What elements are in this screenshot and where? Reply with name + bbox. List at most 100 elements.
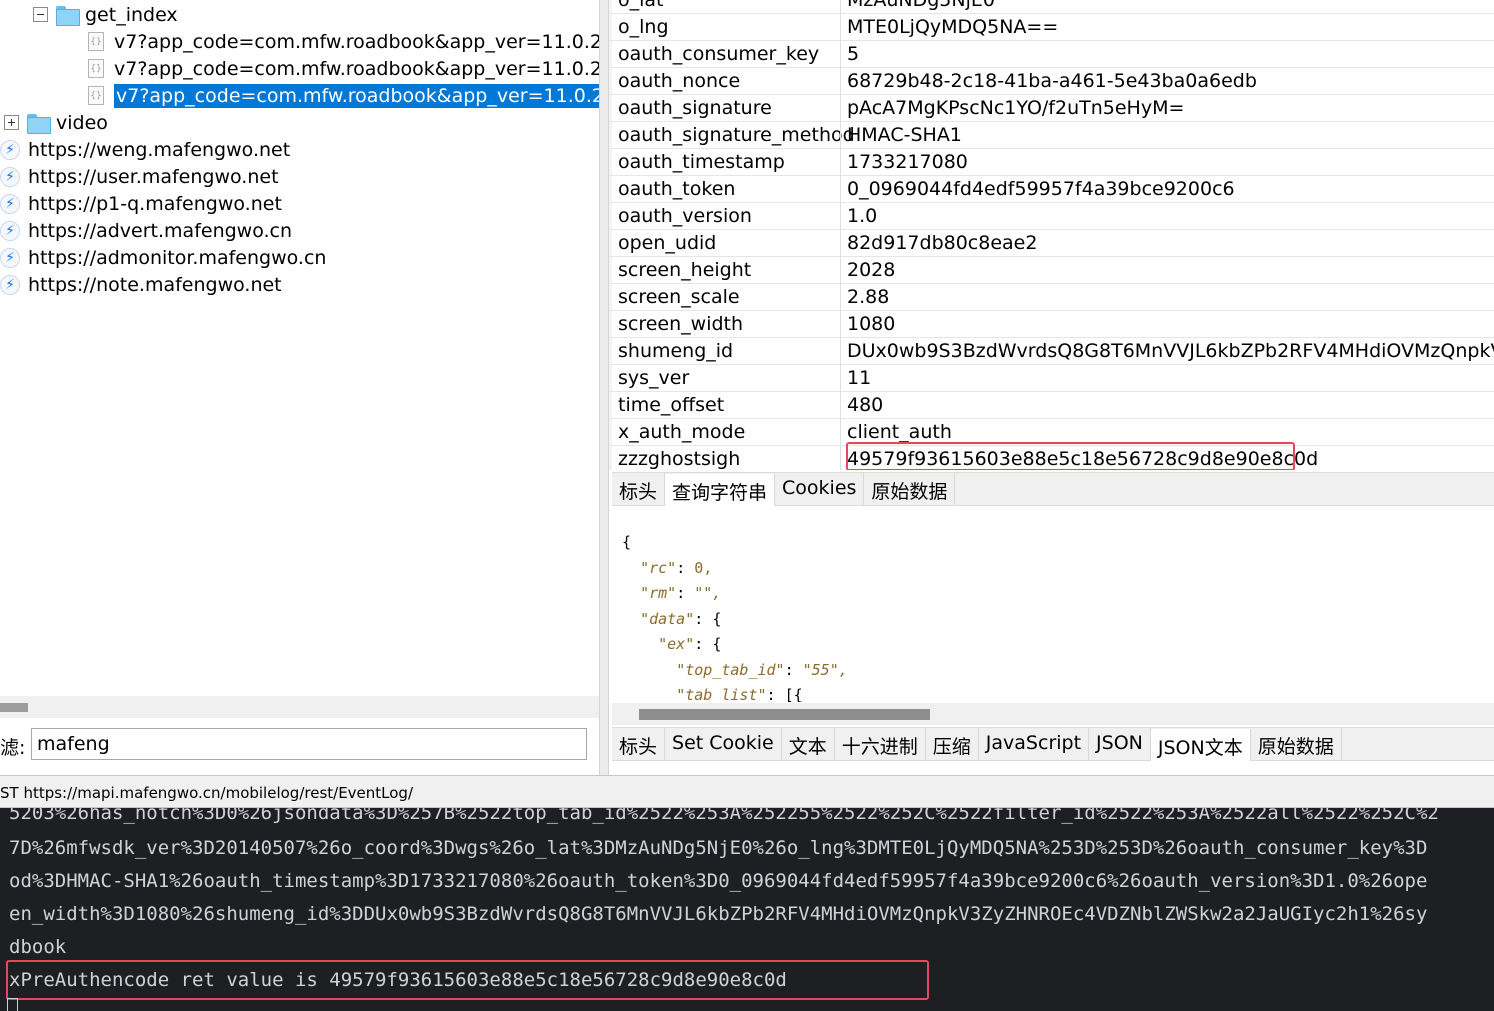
param-row[interactable]: screen_scale 2.88 <box>609 284 1494 311</box>
param-value: MzAuNDg5NjE0 <box>847 0 995 11</box>
param-value: DUx0wb9S3BzdWvrdsQ8G8T6MnVVJL6kbZPb2RFV4… <box>847 340 1494 362</box>
response-tab[interactable]: 压缩 <box>926 728 979 760</box>
request-tab[interactable]: 标头 <box>612 473 666 505</box>
json-text-view[interactable]: { "rc": 0, "rm": "", "data": { "ex": { "… <box>612 522 1494 702</box>
param-key: oauth_token <box>618 178 736 200</box>
param-row[interactable]: time_offset 480 <box>609 392 1494 419</box>
folder-icon <box>27 113 51 134</box>
request-file-icon: {} <box>88 32 104 51</box>
param-row[interactable]: oauth_signature_method HMAC-SHA1 <box>609 122 1494 149</box>
response-tab[interactable]: 十六进制 <box>835 728 926 760</box>
request-label: v7?app_code=com.mfw.roadbook&app_ver=11.… <box>114 57 641 80</box>
json-key: "rc" <box>640 558 677 577</box>
json-key: "data" <box>640 609 695 628</box>
param-row[interactable]: oauth_timestamp 1733217080 <box>609 149 1494 176</box>
lightning-icon: ⚡ <box>0 247 20 268</box>
param-key: oauth_consumer_key <box>618 43 820 65</box>
param-value: 0_0969044fd4edf59957f4a39bce9200c6 <box>847 178 1235 200</box>
console-line: dbook <box>9 936 67 958</box>
response-tab[interactable]: Set Cookie <box>665 728 782 760</box>
param-row[interactable]: oauth_consumer_key 5 <box>609 41 1494 68</box>
response-tab[interactable]: JSON文本 <box>1150 729 1251 761</box>
response-tab[interactable]: 原始数据 <box>1251 728 1342 760</box>
param-key: screen_height <box>618 259 752 281</box>
session-tree-pane: get_index {} v7?app_code=com.mfw.roadboo… <box>0 0 645 775</box>
filter-input[interactable] <box>31 728 587 760</box>
host-label: https://advert.mafengwo.cn <box>28 219 293 242</box>
param-row[interactable]: sys_ver 11 <box>609 365 1494 392</box>
host-label: https://admonitor.mafengwo.cn <box>28 246 327 269</box>
param-key: sys_ver <box>618 367 690 389</box>
scrollbar-thumb[interactable] <box>639 709 930 720</box>
param-row[interactable]: shumeng_id DUx0wb9S3BzdWvrdsQ8G8T6MnVVJL6… <box>609 338 1494 365</box>
tree-folder-get-index[interactable]: get_index <box>33 1 178 28</box>
param-key: oauth_signature_method <box>618 124 855 146</box>
response-tab[interactable]: 文本 <box>782 728 835 760</box>
param-key: x_auth_mode <box>618 421 746 443</box>
param-value: MTE0LjQyMDQ5NA== <box>847 16 1059 38</box>
request-tab[interactable]: 查询字符串 <box>665 474 776 506</box>
tree-folder-video[interactable]: video <box>4 109 108 136</box>
terminal-console[interactable]: 5203%26has_notch%3D0%26jsondata%3D%257B%… <box>0 808 1494 1011</box>
json-value: { <box>712 635 722 653</box>
param-key: zzzghostsigh <box>618 448 741 470</box>
host-label: https://user.mafengwo.net <box>28 165 279 188</box>
tree-host-item[interactable]: ⚡ https://note.mafengwo.net <box>0 271 282 298</box>
param-key: open_udid <box>618 232 717 254</box>
terminal-cursor <box>7 998 18 1011</box>
param-row[interactable]: oauth_version 1.0 <box>609 203 1494 230</box>
response-tab[interactable]: 标头 <box>612 728 666 760</box>
param-key: o_lat <box>618 0 664 11</box>
param-row[interactable]: oauth_nonce 68729b48-2c18-41ba-a461-5e43b… <box>609 68 1494 95</box>
collapse-icon[interactable] <box>33 7 48 22</box>
inspector-pane: o_lat MzAuNDg5NjE0 o_lng MTE0LjQyMDQ5NA== oa… <box>609 0 1494 775</box>
response-tab[interactable]: JavaScript <box>979 728 1090 760</box>
tree-host-item[interactable]: ⚡ https://admonitor.mafengwo.cn <box>0 244 326 271</box>
param-row[interactable]: o_lng MTE0LjQyMDQ5NA== <box>609 14 1494 41</box>
param-value: 1080 <box>847 313 896 335</box>
response-tabbar: 标头 Set Cookie 文本 十六进制 压缩 JavaScript JSON JSON文本… <box>612 727 1494 761</box>
tree-request-item[interactable]: {} v7?app_code=com.mfw.roadbook&app_ver=… <box>88 55 640 82</box>
param-value: HMAC-SHA1 <box>847 124 962 146</box>
json-key: "ex" <box>658 635 695 653</box>
param-key: oauth_nonce <box>618 70 741 92</box>
json-horizontal-scrollbar[interactable] <box>612 703 1494 725</box>
request-tabbar: 标头 查询字符串 Cookies 原始数据 <box>612 472 1494 506</box>
tree-request-item-selected[interactable]: {} v7?app_code=com.mfw.roadbook&app_ver=… <box>88 82 645 109</box>
param-value: 5 <box>847 43 860 65</box>
tree-request-item[interactable]: {} v7?app_code=com.mfw.roadbook&app_ver=… <box>88 28 640 55</box>
console-line: 5203%26has_notch%3D0%26jsondata%3D%257B%… <box>9 808 1439 824</box>
tree-host-item[interactable]: ⚡ https://p1-q.mafengwo.net <box>0 190 282 217</box>
host-label: https://p1-q.mafengwo.net <box>28 192 282 215</box>
expand-icon[interactable] <box>4 115 19 130</box>
tree-host-item[interactable]: ⚡ https://weng.mafengwo.net <box>0 136 290 163</box>
param-row[interactable]: o_lat MzAuNDg5NjE0 <box>609 0 1494 14</box>
column-divider[interactable] <box>840 0 841 470</box>
param-value: 2028 <box>847 259 896 281</box>
json-key: "tab_list" <box>676 686 767 702</box>
param-key: time_offset <box>618 394 725 416</box>
request-tab[interactable]: 原始数据 <box>864 473 956 505</box>
json-key: "top_tab_id" <box>676 660 785 679</box>
param-row[interactable]: screen_width 1080 <box>609 311 1494 338</box>
param-row[interactable]: screen_height 2028 <box>609 257 1494 284</box>
console-line: od%3DHMAC-SHA1%26oauth_timestamp%3D17332… <box>9 870 1428 892</box>
param-row[interactable]: oauth_token 0_0969044fd4edf59957f4a39bce9… <box>609 176 1494 203</box>
scrollbar-thumb[interactable] <box>0 703 28 712</box>
status-url: ST https://mapi.mafengwo.cn/mobilelog/re… <box>0 784 414 802</box>
param-value: 68729b48-2c18-41ba-a461-5e43ba0a6edb <box>847 70 1257 92</box>
pane-splitter[interactable] <box>599 0 609 775</box>
param-row[interactable]: open_udid 82d917db80c8eae2 <box>609 230 1494 257</box>
param-value: 82d917db80c8eae2 <box>847 232 1038 254</box>
tree-horizontal-scrollbar[interactable] <box>0 696 604 718</box>
json-value: [{ <box>784 686 803 702</box>
param-value: 1733217080 <box>847 151 968 173</box>
tree-host-item[interactable]: ⚡ https://advert.mafengwo.cn <box>0 217 292 244</box>
folder-icon <box>56 5 80 26</box>
json-value: "55", <box>802 660 848 679</box>
tree-host-item[interactable]: ⚡ https://user.mafengwo.net <box>0 163 279 190</box>
request-tab[interactable]: Cookies <box>775 473 865 505</box>
json-value: 0, <box>694 558 713 577</box>
param-row[interactable]: oauth_signature pAcA7MgKPscNc1YO/f2uTn5eH… <box>609 95 1494 122</box>
response-tab[interactable]: JSON <box>1089 728 1151 760</box>
